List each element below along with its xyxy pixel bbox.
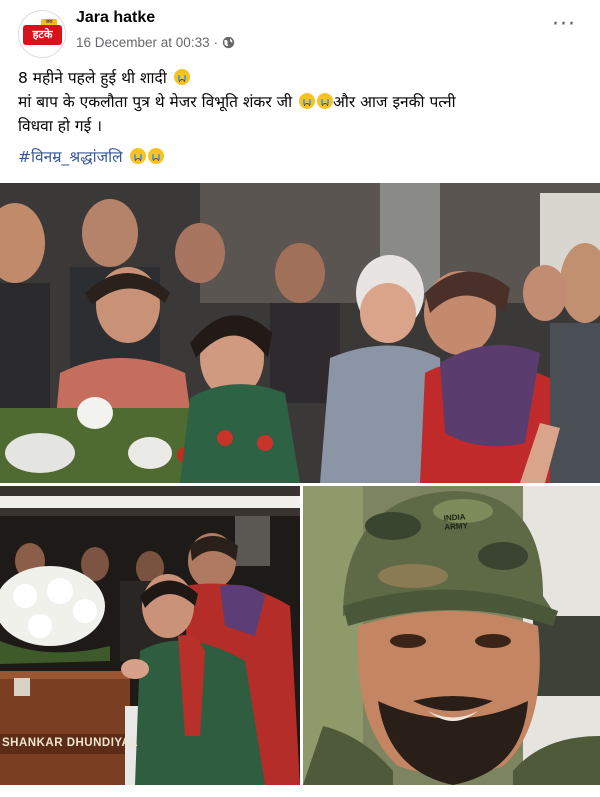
post-text: 8 महीने पहले हुई थी शादी मां बाप के एकलौ…: [18, 66, 578, 138]
post-photo-mourners[interactable]: [0, 183, 600, 483]
more-options-icon[interactable]: ···: [552, 14, 576, 36]
loudly-crying-face-icon: [299, 93, 316, 109]
page-avatar[interactable]: जरा हटके: [18, 10, 66, 58]
post-line-1: 8 महीने पहले हुई थी शादी: [18, 69, 167, 87]
cap-insignia-text: INDIA ARMY: [443, 512, 469, 532]
meta-separator: ·: [213, 35, 219, 50]
crying-face-icon: [129, 148, 146, 164]
avatar-logo: हटके: [23, 25, 62, 45]
loudly-crying-face-icon: [317, 93, 334, 109]
post-timestamp[interactable]: 16 December at 00:33: [76, 35, 210, 50]
post-line-2: मां बाप के एकलौता पुत्र थे मेजर विभूति श…: [18, 93, 293, 111]
post-meta: 16 December at 00:33 ·: [76, 35, 235, 50]
casket-nameplate: SHANKAR DHUNDIYAL: [2, 737, 138, 749]
globe-icon[interactable]: [222, 36, 235, 49]
crying-face-icon: [173, 69, 190, 85]
post-line-3: विधवा हो गई ।: [18, 117, 103, 135]
page-name-link[interactable]: Jara hatke: [76, 9, 155, 27]
post-line-2b: और आज इनकी पत्नी: [333, 93, 456, 111]
hashtag-row: #विनम्र_श्रद्धांजलि: [18, 145, 164, 167]
post-header: जरा हटके Jara hatke 16 December at 00:33…: [0, 0, 600, 62]
loudly-crying-face-icon: [147, 148, 164, 164]
hashtag-link[interactable]: #विनम्र_श्रद्धांजलि: [18, 148, 123, 166]
